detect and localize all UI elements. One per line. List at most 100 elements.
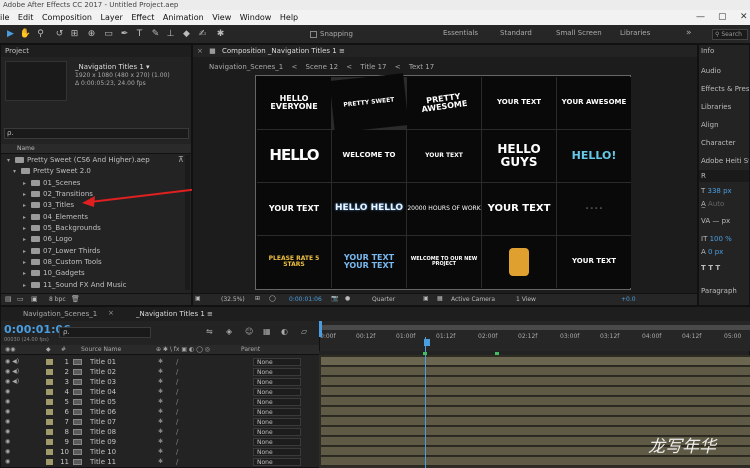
shy-layers-icon[interactable]: ☺ <box>245 327 253 336</box>
text-style-buttons[interactable]: T T T <box>699 262 749 274</box>
grid-cell[interactable] <box>482 236 556 288</box>
collapse-icon[interactable]: ✱ <box>158 417 163 427</box>
label-color[interactable] <box>46 409 53 415</box>
layer-row[interactable]: ◉ 9 Title 09 ✱ / None <box>1 437 319 447</box>
label-color[interactable] <box>46 459 53 465</box>
time-ruler[interactable]: 0:00f 00:12f 01:00f 01:12f 02:00f 02:12f… <box>319 321 750 351</box>
collapse-icon[interactable]: ✱ <box>158 457 163 467</box>
info-panel-tab[interactable]: Info <box>699 45 749 57</box>
collapse-icon[interactable]: ✱ <box>158 377 163 387</box>
parent-dropdown[interactable]: None <box>253 448 301 456</box>
parent-dropdown[interactable]: None <box>253 388 301 396</box>
eye-icon[interactable]: ◉ <box>5 417 10 427</box>
grid-cell[interactable]: PRETTY SWEET <box>329 73 409 133</box>
layer-duration-bar[interactable] <box>321 377 750 386</box>
scale-field[interactable]: IT 100 % <box>699 233 749 245</box>
quality-icon[interactable]: / <box>176 367 178 377</box>
grid-cell[interactable]: - - - - <box>557 183 631 235</box>
eye-icon[interactable]: ◉ <box>5 387 10 397</box>
breadcrumb-item[interactable]: Title 17 <box>360 63 386 71</box>
title-grid[interactable]: HELLO EVERYONE PRETTY SWEET PRETTY AWESO… <box>257 73 631 288</box>
grid-cell[interactable]: HELLO <box>257 130 331 182</box>
label-color[interactable] <box>46 379 53 385</box>
grid-cell[interactable]: HELLO EVERYONE <box>257 77 331 129</box>
collapse-icon[interactable]: ✱ <box>158 447 163 457</box>
eye-icon[interactable]: ◉ ◀) <box>5 357 19 367</box>
quality-icon[interactable]: / <box>176 357 178 367</box>
grid-cell[interactable]: YOUR TEXT <box>482 77 556 129</box>
label-color[interactable] <box>46 399 53 405</box>
grid-cell[interactable]: PRETTY AWESOME <box>407 77 481 129</box>
quality-icon[interactable]: / <box>176 427 178 437</box>
kerning-field[interactable]: VA — px <box>699 215 749 227</box>
channel-icon[interactable]: ● <box>345 295 350 302</box>
grid-cell[interactable]: YOUR AWESOME <box>557 77 631 129</box>
layer-row[interactable]: ◉ ◀) 2 Title 02 ✱ / None <box>1 367 319 377</box>
comp-mini-flowchart-icon[interactable]: ⇋ <box>206 327 213 336</box>
collapse-icon[interactable]: ✱ <box>158 367 163 377</box>
parent-dropdown[interactable]: None <box>253 358 301 366</box>
graph-editor-icon[interactable]: ▱ <box>301 327 307 336</box>
label-color[interactable] <box>46 449 53 455</box>
parent-header[interactable]: Parent <box>241 346 260 353</box>
font-style-dropdown[interactable]: R <box>699 170 749 182</box>
label-color[interactable] <box>46 389 53 395</box>
eye-icon[interactable]: ◉ ◀) <box>5 377 19 387</box>
frame-blending-icon[interactable]: ▦ <box>263 327 271 336</box>
parent-dropdown[interactable]: None <box>253 458 301 466</box>
quality-icon[interactable]: / <box>176 417 178 427</box>
grid-cell[interactable]: YOUR TEXT <box>557 236 631 288</box>
grid-cell[interactable]: YOUR TEXT <box>257 183 331 235</box>
collapse-icon[interactable]: ✱ <box>158 427 163 437</box>
layer-duration-bar[interactable] <box>321 387 750 396</box>
parent-dropdown[interactable]: None <box>253 418 301 426</box>
motion-blur-icon[interactable]: ◐ <box>281 327 288 336</box>
source-name-header[interactable]: Source Name <box>81 346 121 353</box>
composition-tab[interactable]: × ■ Composition _Navigation Titles 1 ≡ <box>193 45 697 57</box>
draft-3d-icon[interactable]: ◈ <box>226 327 232 336</box>
libraries-panel-tab[interactable]: Libraries <box>699 101 749 113</box>
layer-duration-bar[interactable] <box>321 457 750 466</box>
grid-cell[interactable]: HELLO HELLO <box>332 183 406 235</box>
quality-icon[interactable]: / <box>176 447 178 457</box>
character-panel-tab[interactable]: Character <box>699 137 749 149</box>
layer-duration-bar[interactable] <box>321 397 750 406</box>
grid-cell[interactable]: YOUR TEXT <box>482 183 556 235</box>
grid-cell[interactable]: HELLO! <box>557 130 631 182</box>
composition-close-icon[interactable]: × <box>197 47 203 55</box>
tab-close-icon[interactable]: × <box>108 309 114 317</box>
transparency-icon[interactable]: ▦ <box>437 295 443 302</box>
layer-row[interactable]: ◉ 11 Title 11 ✱ / None <box>1 457 319 467</box>
font-family-dropdown[interactable]: Adobe Heiti Std <box>699 155 749 167</box>
current-time[interactable]: 0:00:01:06 <box>289 296 322 303</box>
layer-row[interactable]: ◉ ◀) 1 Title 01 ✱ / None <box>1 357 319 367</box>
grid-cell[interactable]: PLEASE RATE 5 STARS <box>257 236 331 288</box>
label-color[interactable] <box>46 369 53 375</box>
parent-dropdown[interactable]: None <box>253 368 301 376</box>
grid-cell[interactable]: 20000 HOURS OF WORK <box>407 183 481 235</box>
view-layout-dropdown[interactable]: 1 View <box>516 296 536 303</box>
camera-dropdown[interactable]: Active Camera <box>451 296 495 303</box>
label-color[interactable] <box>46 419 53 425</box>
breadcrumb-item[interactable]: Scene 12 <box>306 63 338 71</box>
parent-dropdown[interactable]: None <box>253 378 301 386</box>
collapse-icon[interactable]: ✱ <box>158 407 163 417</box>
collapse-icon[interactable]: ✱ <box>158 357 163 367</box>
quality-icon[interactable]: / <box>176 377 178 387</box>
resolution-dropdown[interactable]: Quarter <box>372 296 395 303</box>
quality-icon[interactable]: / <box>176 457 178 467</box>
mask-toggle-icon[interactable]: ◯ <box>269 295 276 302</box>
label-color[interactable] <box>46 359 53 365</box>
layer-row[interactable]: ◉ 5 Title 05 ✱ / None <box>1 397 319 407</box>
align-panel-tab[interactable]: Align <box>699 119 749 131</box>
layer-row[interactable]: ◉ 10 Title 10 ✱ / None <box>1 447 319 457</box>
parent-dropdown[interactable]: None <box>253 438 301 446</box>
tab-navigation-scenes[interactable]: Navigation_Scenes_1 <box>23 310 97 318</box>
label-color[interactable] <box>46 439 53 445</box>
parent-dropdown[interactable]: None <box>253 408 301 416</box>
grid-cell[interactable]: YOUR TEXT YOUR TEXT <box>332 236 406 288</box>
tab-navigation-titles[interactable]: _Navigation Titles 1 ≡ <box>136 310 213 318</box>
work-area-bar[interactable] <box>322 325 750 330</box>
layer-duration-bar[interactable] <box>321 357 750 366</box>
grid-toggle-icon[interactable]: ⊞ <box>255 295 260 302</box>
